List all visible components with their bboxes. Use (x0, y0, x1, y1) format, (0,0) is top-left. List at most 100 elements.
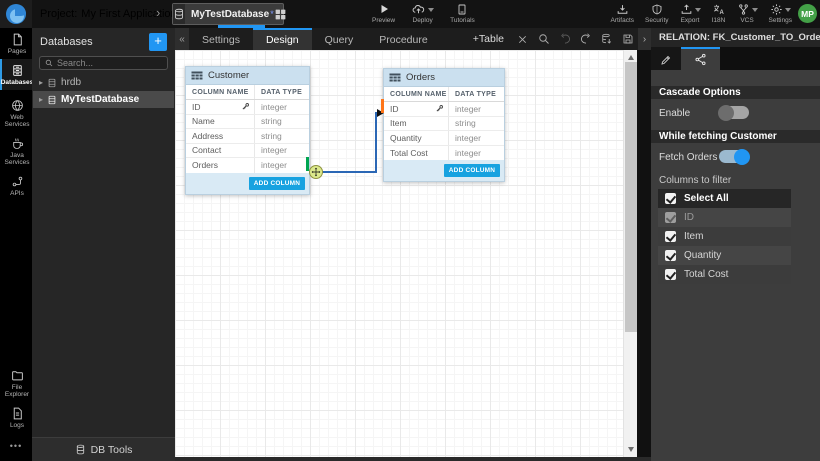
scroll-down-icon[interactable] (628, 447, 634, 452)
rail-item-file-explorer[interactable]: File Explorer (0, 364, 32, 402)
table-row[interactable]: Contact integer (186, 144, 309, 159)
export-button[interactable]: Export (680, 2, 701, 28)
checkbox-checked-icon[interactable] (665, 231, 676, 242)
relation-line-horizontal[interactable] (322, 171, 377, 173)
redo-button[interactable] (575, 28, 596, 50)
schema-canvas[interactable]: Customer COLUMN NAME DATA TYPE ID intege… (175, 50, 637, 457)
collapse-panel-button[interactable]: « (175, 28, 189, 50)
tree-item-label: MyTestDatabase (61, 94, 139, 105)
table-row[interactable]: Quantity integer (384, 131, 504, 146)
add-column-button[interactable]: ADD COLUMN (444, 164, 500, 177)
security-button[interactable]: Security (645, 2, 668, 28)
toggle-knob (718, 105, 734, 121)
table-row[interactable]: Total Cost integer (384, 146, 504, 161)
doc-tab-mytestdatabase[interactable]: MyTestDatabase * (172, 3, 284, 25)
checkbox-row-total-cost[interactable]: Total Cost (658, 265, 791, 284)
database-icon (173, 4, 185, 24)
tab-procedure[interactable]: Procedure (366, 28, 440, 50)
rail-item-apis[interactable]: APIs (0, 170, 32, 201)
caret-down-icon (752, 8, 758, 12)
close-button[interactable] (512, 28, 533, 50)
relation-target-anchor[interactable] (381, 99, 384, 113)
tab-settings[interactable]: Settings (189, 28, 253, 50)
undo-button[interactable] (554, 28, 575, 50)
topbar-right-actions: Artifacts Security Export A I18N VCS (611, 2, 792, 28)
checkbox-checked-icon[interactable] (665, 193, 676, 204)
checkbox-checked-icon[interactable] (665, 269, 676, 280)
databases-panel: Databases + ▸ hrdb ▸ MyTestDatabase (32, 28, 175, 437)
search-icon (45, 59, 53, 67)
table-name: Customer (208, 70, 249, 81)
zoom-search-button[interactable] (533, 28, 554, 50)
enable-toggle[interactable] (719, 106, 749, 119)
checkbox-row-quantity[interactable]: Quantity (658, 246, 791, 265)
preview-button[interactable]: Preview (372, 2, 395, 28)
table-row[interactable]: ID integer (384, 102, 504, 117)
tutorials-button[interactable]: Tutorials (450, 2, 475, 28)
rail-item-pages[interactable]: Pages (0, 28, 32, 59)
artifacts-button[interactable]: Artifacts (611, 2, 634, 28)
tree-item-mytestdatabase[interactable]: ▸ MyTestDatabase (33, 91, 174, 108)
caret-right-icon[interactable]: ▸ (39, 95, 43, 104)
left-rail: Pages Databases Web Services Java Servic… (0, 28, 32, 461)
checkbox-row-id[interactable]: ID (658, 208, 791, 227)
rail-item-web-services[interactable]: Web Services (0, 94, 32, 132)
rail-item-java-services[interactable]: Java Services (0, 132, 32, 170)
rail-overflow-button[interactable]: ••• (0, 433, 32, 461)
coffee-icon (11, 137, 24, 150)
add-table-button[interactable]: +Table (465, 28, 512, 50)
table-row[interactable]: Item string (384, 117, 504, 132)
save-button[interactable] (617, 28, 638, 50)
db-tools-button[interactable]: DB Tools (32, 437, 175, 461)
add-database-button[interactable]: + (149, 33, 167, 51)
canvas-vertical-scrollbar[interactable] (623, 50, 637, 457)
checkbox-row-select-all[interactable]: Select All (658, 189, 791, 208)
table-row[interactable]: Orders integer (186, 158, 309, 173)
tab-query[interactable]: Query (312, 28, 367, 50)
relation-drag-handle[interactable] (309, 165, 323, 179)
db-sync-button[interactable] (596, 28, 617, 50)
deploy-button[interactable]: Deploy (411, 2, 434, 28)
database-search[interactable] (39, 56, 168, 70)
user-avatar[interactable]: MP (798, 4, 817, 23)
table-row[interactable]: ID integer (186, 100, 309, 115)
tree-item-label: hrdb (61, 77, 81, 88)
search-input[interactable] (57, 58, 162, 68)
grid-view-icon[interactable] (274, 8, 287, 21)
doc-tab-label: MyTestDatabase (191, 9, 269, 20)
tab-edit-relation[interactable] (651, 47, 681, 70)
canvas-bottom-edge (175, 457, 651, 461)
scrollbar-thumb[interactable] (625, 62, 637, 332)
svg-text:A: A (719, 9, 724, 15)
collapse-inspector-button[interactable]: › (638, 28, 651, 50)
rail-item-logs[interactable]: Logs (0, 402, 32, 433)
scroll-up-icon[interactable] (628, 55, 634, 60)
table-row[interactable]: Name string (186, 115, 309, 130)
topbar-left-actions: Preview Deploy Tutorials (372, 2, 475, 28)
schema-table-orders[interactable]: Orders COLUMN NAME DATA TYPE ID integer … (383, 68, 505, 182)
api-nodes-icon (11, 175, 24, 188)
checkbox-row-item[interactable]: Item (658, 227, 791, 246)
settings-button[interactable]: Settings (769, 2, 793, 28)
table-row[interactable]: Address string (186, 129, 309, 144)
i18n-button[interactable]: A I18N (712, 2, 726, 28)
shield-icon (651, 2, 663, 16)
checkbox-checked-icon[interactable] (665, 250, 676, 261)
tab-relation-options[interactable] (681, 47, 720, 70)
relation-icon (694, 53, 707, 66)
tree-item-hrdb[interactable]: ▸ hrdb (33, 74, 174, 91)
breadcrumb-chevron-icon: › (156, 5, 160, 20)
fetch-orders-toggle[interactable] (719, 150, 749, 163)
app-logo[interactable] (0, 0, 32, 28)
relation-line-vertical[interactable] (375, 113, 377, 173)
table-header[interactable]: Customer (186, 67, 309, 85)
add-column-button[interactable]: ADD COLUMN (249, 177, 305, 190)
vcs-button[interactable]: VCS (737, 2, 758, 28)
caret-right-icon[interactable]: ▸ (39, 78, 43, 87)
rail-item-databases[interactable]: Databases (0, 59, 32, 90)
table-header[interactable]: Orders (384, 69, 504, 87)
panel-title: Databases (40, 36, 93, 48)
tab-design[interactable]: Design (253, 28, 312, 50)
top-bar: Project: My First Application › MyTestDa… (0, 0, 820, 28)
schema-table-customer[interactable]: Customer COLUMN NAME DATA TYPE ID intege… (185, 66, 310, 195)
